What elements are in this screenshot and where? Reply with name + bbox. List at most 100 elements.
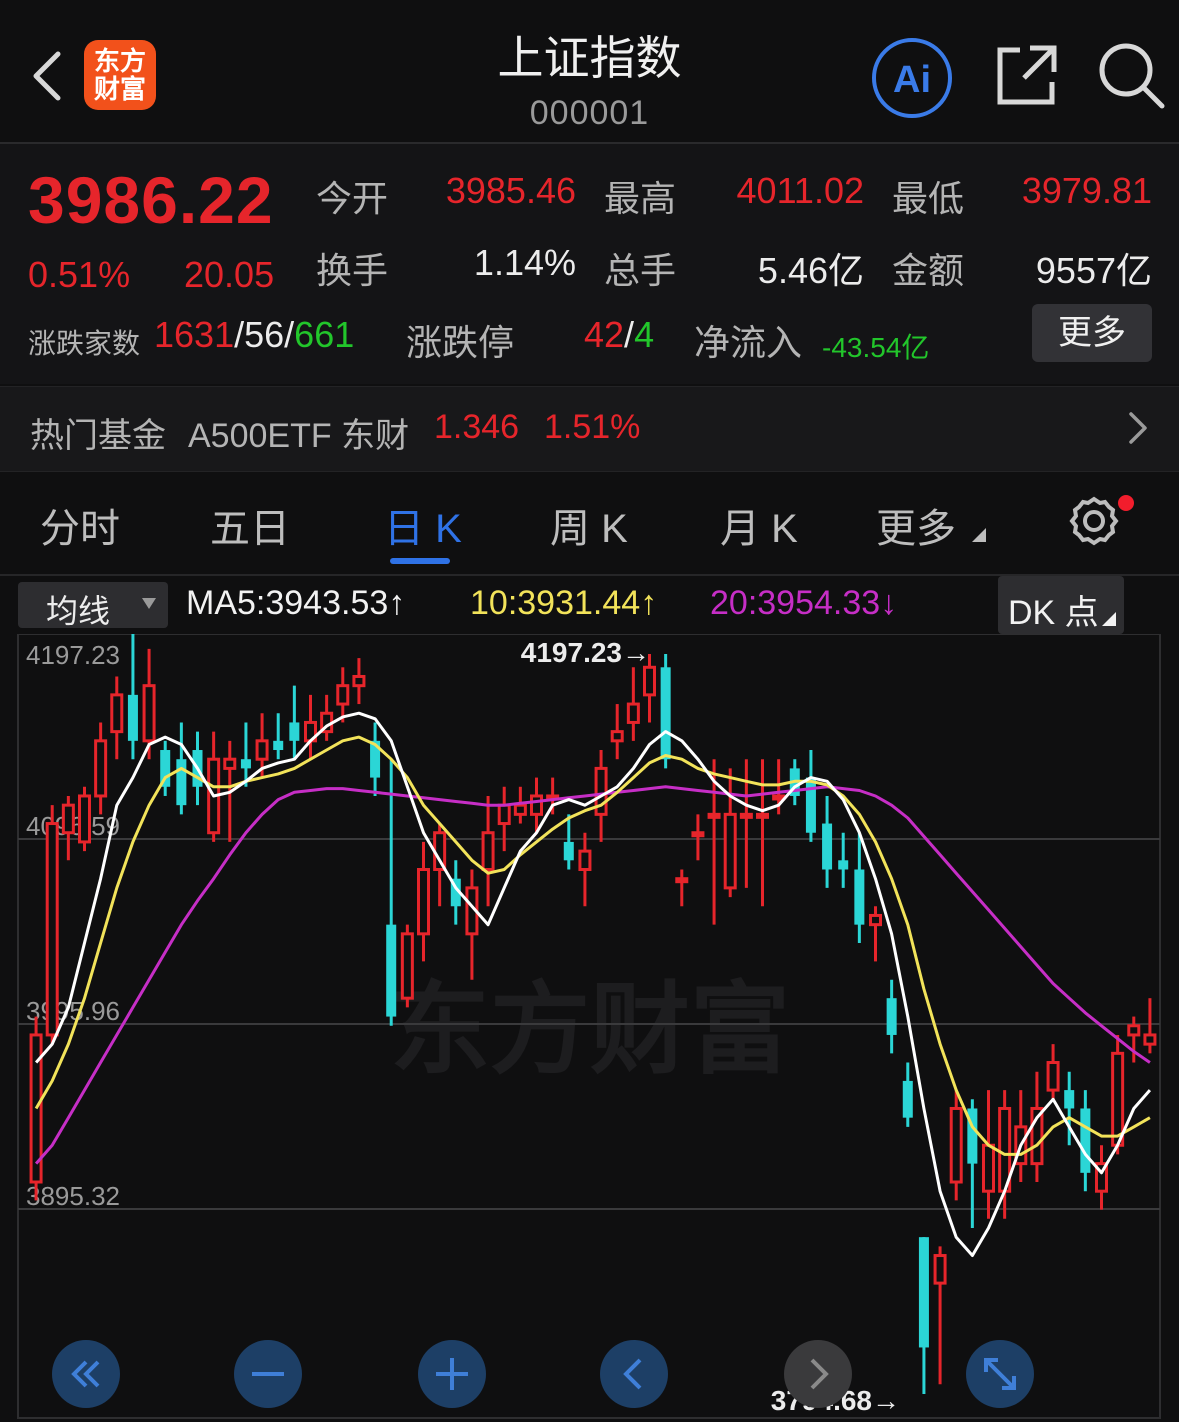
candle-body-down — [854, 869, 865, 925]
fund-percent: 1.51% — [544, 408, 641, 446]
zoom-out-button[interactable] — [234, 1340, 302, 1408]
candle-body-up — [255, 739, 269, 761]
notification-dot — [1118, 495, 1134, 511]
netflow-label: 净流入 — [694, 322, 803, 363]
volume-label: 总手 — [604, 250, 677, 291]
limit-up-count: 42 — [584, 314, 625, 355]
candle-body-down — [1064, 1090, 1075, 1109]
limit-label: 涨跌停 — [406, 322, 515, 363]
kline-chart[interactable]: 东方财富 4197.234096.593995.963895.32 4197.2… — [0, 634, 1179, 1422]
previous-button[interactable] — [600, 1340, 668, 1408]
chevron-right-icon — [1129, 412, 1147, 444]
candle-body-up — [94, 739, 108, 798]
search-icon[interactable] — [1096, 40, 1166, 110]
candle-body-up — [1046, 1061, 1060, 1092]
active-tab-indicator — [390, 558, 450, 564]
candle-body-down — [1080, 1108, 1091, 1173]
chart-watermark: 东方财富 — [390, 971, 790, 1088]
chevron-right-icon — [810, 1358, 829, 1390]
candle-body-down — [127, 694, 138, 741]
plus-icon — [436, 1358, 468, 1390]
double-chevron-left-icon — [71, 1360, 100, 1388]
ma10-value: 10:3931.44↑ — [470, 584, 658, 622]
ai-assistant-icon[interactable]: Ai — [870, 38, 954, 118]
candle-body-up — [772, 794, 786, 801]
change-amount: 20.05 — [184, 254, 275, 295]
fund-label: 热门基金 — [30, 417, 166, 455]
candle-body-down — [838, 860, 849, 870]
candle-body-down — [822, 823, 833, 870]
tab-weekly-k[interactable]: 周 K — [550, 496, 628, 554]
open-label: 今开 — [316, 178, 389, 219]
up-count: 1631 — [154, 314, 235, 355]
fund-name: A500ETF 东财 — [188, 417, 410, 455]
candle-body-up — [142, 684, 156, 743]
fullscreen-button[interactable] — [966, 1340, 1034, 1408]
candle-body-up — [45, 822, 59, 1037]
tab-daily-k[interactable]: 日 K — [384, 496, 462, 554]
settings-gear-icon[interactable] — [1068, 494, 1134, 550]
candle-body-up — [61, 803, 75, 835]
ai-label: Ai — [893, 59, 931, 101]
candle-body-down — [273, 740, 284, 751]
tab-intraday[interactable]: 分时 — [40, 496, 120, 554]
candle-body-up — [610, 730, 624, 743]
candle-body-up — [513, 803, 527, 816]
tab-monthly-k[interactable]: 月 K — [720, 496, 798, 554]
y-tick-label: 4197.23 — [26, 640, 120, 670]
candle-body-down — [563, 841, 574, 861]
dk-point-button[interactable]: DK 点 — [998, 576, 1124, 634]
flat-count: 56 — [244, 314, 285, 355]
netflow-value: -43.54亿 — [822, 332, 930, 363]
candle-body-up — [642, 665, 657, 697]
rewind-button[interactable] — [52, 1340, 120, 1408]
low-value: 3979.81 — [1021, 170, 1152, 211]
candle-body-up — [755, 812, 770, 819]
candle-body-up — [691, 831, 705, 838]
indicator-select-label: 均线 — [46, 593, 111, 629]
dk-point-label: DK 点 — [1008, 594, 1099, 632]
fund-price: 1.346 — [434, 408, 520, 446]
candle-body-down — [386, 924, 397, 1017]
volume-value: 5.46亿 — [757, 250, 864, 291]
candle-body-down — [902, 1080, 913, 1118]
ma20-value: 20:3954.33↓ — [710, 584, 898, 622]
candle-body-up — [529, 794, 544, 816]
candle-body-down — [918, 1237, 929, 1348]
breadth-label: 涨跌家数 — [28, 328, 141, 359]
candle-body-up — [77, 794, 92, 844]
dropdown-corner-icon — [1102, 612, 1116, 626]
amount-label: 金额 — [892, 250, 965, 291]
candle-body-up — [481, 831, 495, 872]
down-count: 661 — [294, 314, 355, 355]
amount-value: 9557亿 — [1035, 250, 1152, 291]
candle-body-up — [1143, 1033, 1157, 1046]
tab-more[interactable]: 更多 — [876, 496, 956, 554]
turnover-label: 换手 — [316, 250, 389, 291]
candle-body-down — [176, 759, 187, 806]
tab-five-day[interactable]: 五日 — [210, 496, 290, 554]
candle-body-up — [352, 674, 366, 688]
indicator-select[interactable]: 均线 — [18, 582, 168, 629]
next-button[interactable] — [784, 1340, 852, 1408]
last-price: 3986.22 — [28, 163, 274, 237]
candle-body-up — [400, 932, 414, 1000]
limit-down-count: 4 — [634, 314, 655, 355]
candle-body-up — [626, 702, 640, 724]
minus-icon — [252, 1372, 284, 1376]
ma5-value: MA5:3943.53↑ — [186, 584, 406, 622]
share-icon[interactable] — [994, 42, 1058, 108]
candle-body-down — [886, 998, 897, 1035]
zoom-in-button[interactable] — [418, 1340, 486, 1408]
more-quote-button[interactable]: 更多 — [1032, 304, 1152, 362]
candle-body-down — [660, 667, 671, 760]
high-value: 4011.02 — [736, 170, 864, 211]
candle-body-up — [110, 693, 124, 734]
max-price-marker: 4197.23→ — [521, 637, 650, 668]
change-percent: 0.51% — [28, 254, 131, 295]
candle-body-up — [707, 812, 721, 819]
candle-body-up — [497, 803, 511, 826]
low-label: 最低 — [892, 178, 965, 219]
candle-body-up — [739, 812, 753, 819]
candle-body-up — [723, 812, 737, 890]
